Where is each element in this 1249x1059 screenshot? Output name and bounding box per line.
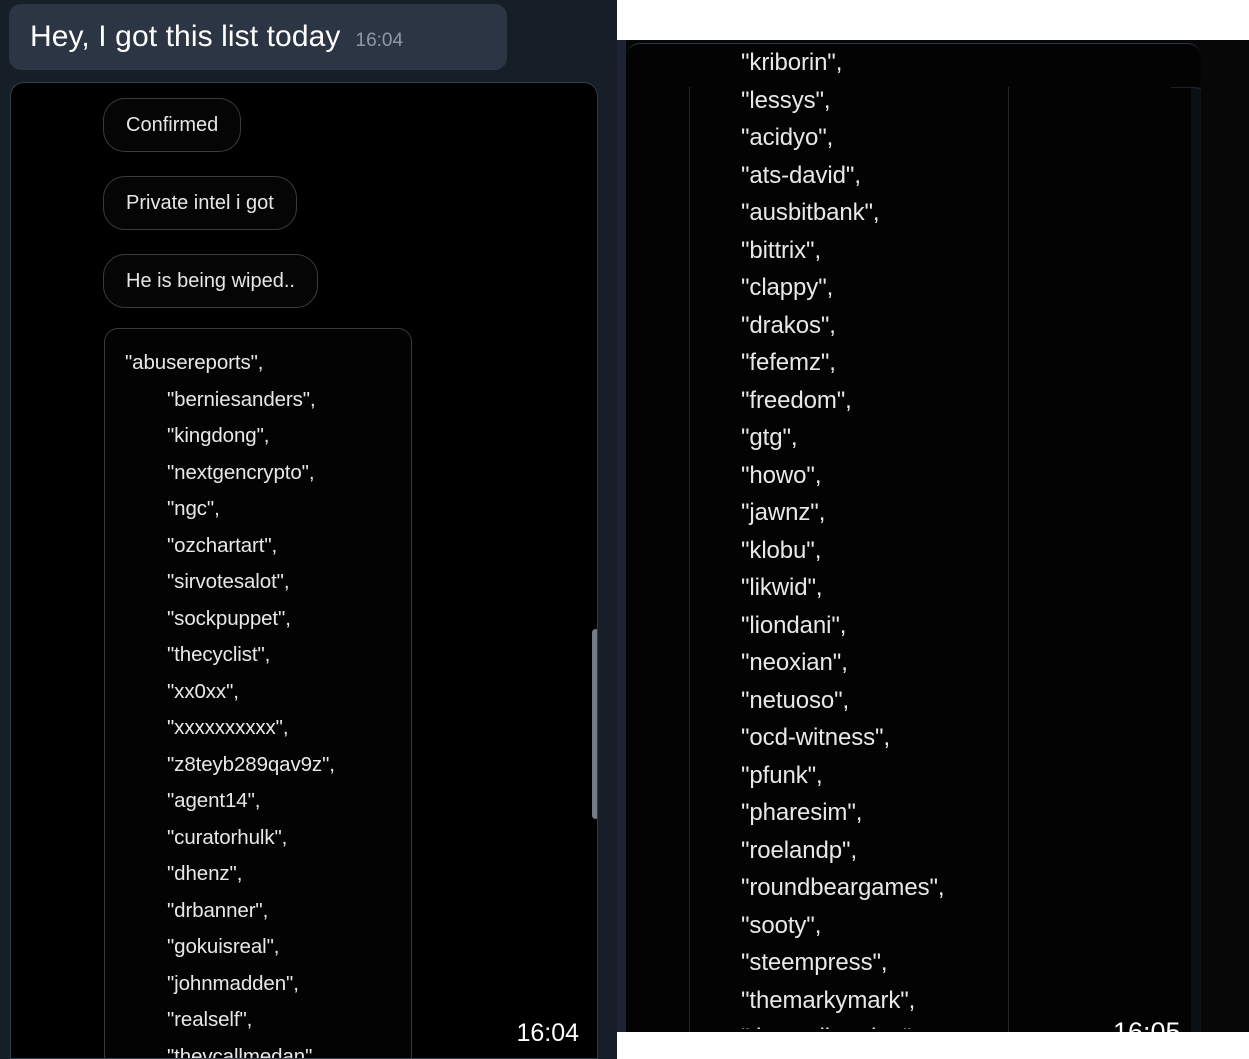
page-title: Hey, I got this list today <box>30 20 341 53</box>
vertical-divider-left <box>689 87 690 1032</box>
list-item: "likwid", <box>741 574 823 601</box>
list-item: "drbanner", <box>167 898 269 922</box>
message-bubble-header[interactable]: Hey, I got this list today 16:04 <box>9 4 507 70</box>
chat-pill-confirmed: Confirmed <box>103 98 242 152</box>
bubble-rounded-corner <box>1171 87 1201 147</box>
list-item: "xxxxxxxxxx", <box>167 716 289 739</box>
list-item-clipped: "theycallmedan", <box>741 1019 944 1029</box>
list-item: "clappy", <box>741 274 834 301</box>
list-item: "ocd-witness", <box>741 724 891 751</box>
list-item: "jawnz", <box>741 499 826 526</box>
attached-screenshot-bubble-2[interactable]: "kriborin", "lessys", "acidyo", "ats-dav… <box>626 43 1201 1032</box>
screenshot-timestamp: 16:04 <box>516 1019 579 1047</box>
list-item: "bittrix", <box>741 236 822 264</box>
list-item-clipped-wrapper: "theycallmedan", <box>741 1019 944 1029</box>
vertical-divider-right <box>1008 87 1009 1032</box>
list-item: "realself", <box>167 1008 253 1031</box>
list-item: "roelandp", <box>741 836 858 864</box>
list-item: "johnmadden", <box>167 971 299 995</box>
list-item: "thecyclist", <box>167 643 271 666</box>
list-item: "themarkymark", <box>741 986 916 1014</box>
left-chat-screenshot-panel: Hey, I got this list today 16:04 Confirm… <box>0 0 617 1059</box>
screenshot-timestamp-2: 16:05 <box>1113 1017 1181 1032</box>
list-item: "xx0xx", <box>167 679 239 703</box>
list-item: "gtg", <box>741 424 798 451</box>
list-item: "howo", <box>741 461 822 489</box>
chat-pill-being-wiped: He is being wiped.. <box>103 254 318 308</box>
list-item: "berniesanders", <box>167 387 316 411</box>
list-item: "ngc", <box>167 497 220 520</box>
list-item: "roundbeargames", <box>741 874 945 901</box>
message-timestamp: 16:04 <box>355 30 404 51</box>
list-item: "pfunk", <box>741 761 823 789</box>
list-item: "ats-david", <box>741 161 861 189</box>
list-item: "liondani", <box>741 611 847 639</box>
attached-screenshot-bubble[interactable]: Confirmed Private intel i got He is bein… <box>10 82 598 1059</box>
list-item: "curatorhulk", <box>167 825 288 849</box>
list-item: "kriborin", <box>741 49 843 76</box>
right-chat-gutter <box>617 40 626 1032</box>
list-item: "ausbitbank", <box>741 199 880 226</box>
username-list-continued: "kriborin", "lessys", "acidyo", "ats-dav… <box>741 44 945 1029</box>
scrollbar-thumb[interactable] <box>592 629 597 819</box>
list-item: "kingdong", <box>167 424 270 447</box>
list-item: "pharesim", <box>741 799 863 826</box>
list-item: "nextgencrypto", <box>167 460 315 484</box>
list-item: "netuoso", <box>741 686 850 714</box>
list-item: "freedom", <box>741 386 852 414</box>
list-item: "klobu", <box>741 536 822 564</box>
list-item: "abusereports", <box>125 351 264 374</box>
list-item: "z8teyb289qav9z", <box>167 752 335 776</box>
list-item: "sirvotesalot", <box>167 570 290 593</box>
list-item: "neoxian", <box>741 649 848 676</box>
list-item: "dhenz", <box>167 862 243 885</box>
list-item: "ozchartart", <box>167 533 278 557</box>
list-item: "lessys", <box>741 86 831 114</box>
list-item: "sooty", <box>741 911 822 939</box>
chat-pill-private-intel: Private intel i got <box>103 176 297 230</box>
list-item: "fefemz", <box>741 349 836 376</box>
right-chat-screenshot-panel: "kriborin", "lessys", "acidyo", "ats-dav… <box>617 0 1249 1059</box>
list-item: "steempress", <box>741 949 888 976</box>
right-panel-side-fill <box>1191 87 1201 1032</box>
list-item: "sockpuppet", <box>167 606 291 630</box>
username-list-bubble: "abusereports", "berniesanders", "kingdo… <box>104 328 412 1059</box>
list-item: "thevcallmedan", <box>167 1044 318 1059</box>
list-item: "drakos", <box>741 311 836 339</box>
list-item: "acidyo", <box>741 124 834 151</box>
list-item: "gokuisreal", <box>167 935 280 958</box>
list-item: "agent14", <box>167 789 261 812</box>
